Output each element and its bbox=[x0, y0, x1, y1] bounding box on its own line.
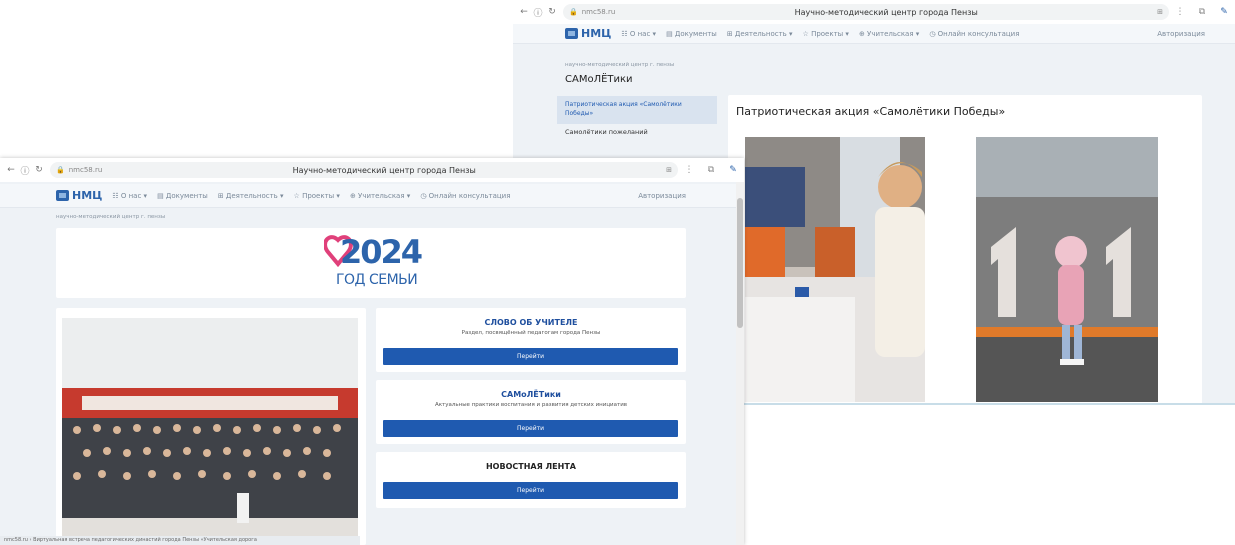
profile-icon[interactable]: ✎ bbox=[722, 165, 744, 175]
card-title: САМоЛЁТики bbox=[501, 390, 561, 399]
menu-item-teachers[interactable]: ⊕ Учительская ▾ bbox=[859, 30, 919, 38]
breadcrumb[interactable]: научно-методический центр г. пензы bbox=[56, 214, 165, 220]
status-bar: nmc58.ru › Виртуальная встреча педагогич… bbox=[0, 536, 360, 545]
card-title: СЛОВО ОБ УЧИТЕЛЕ bbox=[484, 318, 578, 327]
front-browser-window: ← ⓘ ↻ 🔒 nmc58.ru Научно-методический цен… bbox=[0, 158, 744, 545]
login-link[interactable]: Авторизация bbox=[638, 192, 686, 200]
site-header: НМЦ ☷ О нас ▾ ▤ Документы ⊞ Деятельность… bbox=[0, 184, 744, 208]
scrollbar-thumb[interactable] bbox=[737, 198, 743, 328]
logo-icon bbox=[565, 28, 578, 39]
login-link[interactable]: Авторизация bbox=[1157, 30, 1205, 38]
menu-dots-icon[interactable]: ⋮ bbox=[678, 165, 700, 175]
profile-icon[interactable]: ✎ bbox=[1213, 7, 1235, 17]
translate-icon[interactable]: ⋮ bbox=[1169, 7, 1191, 17]
go-button[interactable]: Перейти bbox=[383, 420, 678, 437]
menu-item-activity[interactable]: ⊞ Деятельность ▾ bbox=[727, 30, 793, 38]
breadcrumb[interactable]: научно-методический центр г. пензы bbox=[565, 62, 674, 68]
news-feed-card: НОВОСТНАЯ ЛЕНТА Перейти bbox=[376, 452, 686, 508]
group-photo bbox=[62, 318, 358, 540]
extension-icon[interactable]: ⧉ bbox=[1191, 7, 1213, 17]
url-text: nmc58.ru bbox=[68, 166, 103, 174]
menu-item-consult[interactable]: ◷ Онлайн консультация bbox=[420, 192, 510, 200]
address-bar[interactable]: 🔒 nmc58.ru Научно-методический центр гор… bbox=[50, 162, 678, 178]
teacher-word-card: СЛОВО ОБ УЧИТЕЛЕ Раздел, посвящённый пед… bbox=[376, 308, 686, 372]
back-arrow-icon[interactable]: ← bbox=[4, 165, 18, 175]
page-scrollbar[interactable] bbox=[736, 182, 744, 545]
extension-icon[interactable]: ⧉ bbox=[700, 165, 722, 175]
sidebar-item-active[interactable]: Патриотическая акция «Самолётики Победы» bbox=[557, 96, 717, 124]
banner-caption: ГОД СЕМЬИ bbox=[336, 272, 418, 288]
main-menu: ☷ О нас ▾ ▤ Документы ⊞ Деятельность ▾ ☆… bbox=[621, 30, 1157, 38]
page-title: Научно-методический центр города Пензы bbox=[292, 165, 476, 175]
menu-item-consult[interactable]: ◷ Онлайн консультация bbox=[929, 30, 1019, 38]
logo-icon bbox=[56, 190, 69, 201]
menu-item-documents[interactable]: ▤ Документы bbox=[666, 30, 717, 38]
menu-item-about[interactable]: ☷ О нас ▾ bbox=[621, 30, 656, 38]
reload-icon[interactable]: ↻ bbox=[545, 7, 559, 17]
article-title: Патриотическая акция «Самолётики Победы» bbox=[736, 105, 1006, 118]
menu-item-documents[interactable]: ▤ Документы bbox=[157, 192, 208, 200]
site-logo[interactable]: НМЦ bbox=[56, 189, 102, 202]
photo-girl-monument bbox=[976, 137, 1158, 402]
photo-boy-crafting bbox=[745, 137, 925, 402]
bookmark-icon[interactable]: ⊞ bbox=[1157, 8, 1163, 16]
year-banner: 2024 ГОД СЕМЬИ bbox=[56, 228, 686, 298]
site-logo[interactable]: НМЦ bbox=[565, 27, 611, 40]
reload-icon[interactable]: ↻ bbox=[32, 165, 46, 175]
samoletiki-card: САМоЛЁТики Актуальные практики воспитани… bbox=[376, 380, 686, 444]
browser-toolbar: ← ⓘ ↻ 🔒 nmc58.ru Научно-методический цен… bbox=[0, 158, 744, 182]
site-header: НМЦ ☷ О нас ▾ ▤ Документы ⊞ Деятельность… bbox=[513, 24, 1235, 44]
url-text: nmc58.ru bbox=[581, 8, 616, 16]
article-card: Патриотическая акция «Самолётики Победы» bbox=[728, 95, 1202, 403]
menu-item-activity[interactable]: ⊞ Деятельность ▾ bbox=[218, 192, 284, 200]
card-title: НОВОСТНАЯ ЛЕНТА bbox=[485, 462, 576, 471]
lock-icon: 🔒 bbox=[569, 8, 578, 16]
menu-item-teachers[interactable]: ⊕ Учительская ▾ bbox=[350, 192, 410, 200]
card-subtitle: Раздел, посвящённый педагогам города Пен… bbox=[461, 330, 601, 336]
sidebar-item-wishes[interactable]: Самолётики пожеланий bbox=[565, 128, 648, 136]
banner-year: 2024 bbox=[340, 233, 423, 271]
card-subtitle: Актуальные практики воспитания и развити… bbox=[434, 402, 628, 408]
page-title: Научно-методический центр города Пензы bbox=[794, 7, 978, 17]
group-photo-card bbox=[56, 308, 366, 545]
menu-item-about[interactable]: ☷ О нас ▾ bbox=[112, 192, 147, 200]
back-arrow-icon[interactable]: ← bbox=[517, 7, 531, 17]
info-icon[interactable]: ⓘ bbox=[18, 164, 32, 177]
section-title: САМоЛЁТики bbox=[565, 74, 633, 85]
bookmark-icon[interactable]: ⊞ bbox=[666, 166, 672, 174]
info-icon[interactable]: ⓘ bbox=[531, 6, 545, 19]
browser-toolbar: ← ⓘ ↻ 🔒 nmc58.ru Научно-методический цен… bbox=[513, 0, 1235, 24]
go-button[interactable]: Перейти bbox=[383, 348, 678, 365]
main-menu: ☷ О нас ▾ ▤ Документы ⊞ Деятельность ▾ ☆… bbox=[112, 192, 638, 200]
go-button[interactable]: Перейти bbox=[383, 482, 678, 499]
menu-item-projects[interactable]: ☆ Проекты ▾ bbox=[803, 30, 849, 38]
menu-item-projects[interactable]: ☆ Проекты ▾ bbox=[294, 192, 340, 200]
lock-icon: 🔒 bbox=[56, 166, 65, 174]
address-bar[interactable]: 🔒 nmc58.ru Научно-методический центр гор… bbox=[563, 4, 1169, 20]
